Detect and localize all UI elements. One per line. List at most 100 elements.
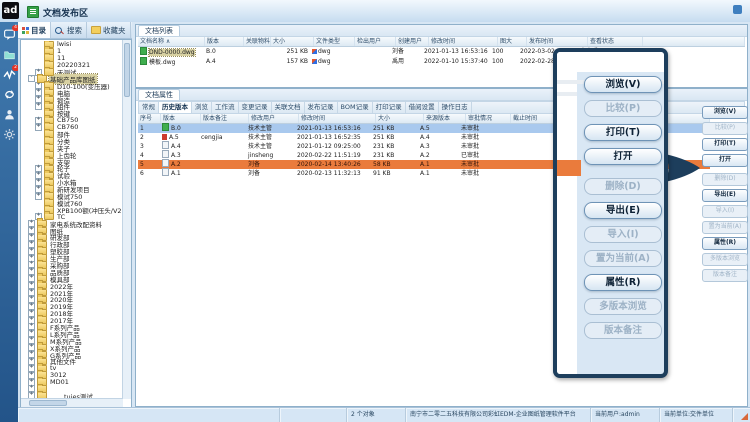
dwg-file-icon [140, 57, 147, 65]
popup-button-属性r[interactable]: 属性(R) [584, 274, 662, 291]
popup-button-导出e[interactable]: 导出(E) [584, 202, 662, 219]
popup-button-比较p[interactable]: 比较(P) [584, 100, 662, 117]
button-导出e[interactable]: 导出(E) [702, 189, 748, 202]
column-header[interactable]: 查看状态 [588, 37, 643, 46]
button-版本备注[interactable]: 版本备注 [702, 269, 748, 282]
popup-button-多版本浏览[interactable]: 多版本浏览 [584, 298, 662, 315]
tree-expander[interactable]: + [35, 193, 42, 200]
popup-button-打印t[interactable]: 打印(T) [584, 124, 662, 141]
version-file-icon [162, 141, 169, 149]
tree-node[interactable]: +组件 [22, 103, 122, 110]
button-置为当前a[interactable]: 置为当前(A) [702, 221, 748, 234]
column-header[interactable]: 文档名称 ∧ [138, 37, 205, 46]
tree-expander[interactable]: - [28, 75, 35, 82]
column-header[interactable]: 创建用户 [396, 37, 429, 46]
messages-icon[interactable]: 4 [3, 28, 16, 41]
popup-button-置为当前a[interactable]: 置为当前(A) [584, 250, 662, 267]
version-text: A.1 [171, 170, 181, 177]
column-header[interactable]: 检出用户 [355, 37, 396, 46]
button-打开[interactable]: 打开 [702, 154, 748, 167]
properties-tab[interactable]: 历史版本 [159, 102, 192, 113]
column-header[interactable]: 序号 [138, 114, 161, 123]
file-type-text: dwg [318, 58, 331, 65]
resize-grip[interactable] [733, 408, 750, 422]
button-多版本浏览[interactable]: 多版本浏览 [702, 253, 748, 266]
activity-icon[interactable]: 2 [3, 68, 16, 81]
tree-vertical-scrollbar[interactable] [122, 40, 131, 399]
tree-node[interactable]: +lwisi [22, 41, 122, 48]
column-header[interactable]: 版本 [205, 37, 244, 46]
version-file-icon [162, 123, 169, 131]
cell-version: A.1 [160, 168, 199, 179]
properties-tab[interactable]: 发布记录 [305, 102, 338, 113]
column-header[interactable]: 截止时间 [511, 114, 556, 123]
properties-tab[interactable]: 借阅设置 [406, 102, 439, 113]
popup-button-版本备注[interactable]: 版本备注 [584, 322, 662, 339]
cell-create-user: 刘备 [390, 47, 422, 57]
tree-horizontal-scrollbar[interactable] [21, 398, 123, 407]
properties-tab[interactable]: 常规 [139, 102, 159, 113]
tree-expander[interactable]: + [35, 124, 42, 131]
column-header[interactable]: 大小 [271, 37, 314, 46]
button-导入i[interactable]: 导入(I) [702, 205, 748, 218]
search-icon [55, 27, 62, 34]
tree-expander[interactable]: + [35, 103, 42, 110]
properties-tab[interactable]: 工作流 [212, 102, 239, 113]
user-icon[interactable] [3, 108, 16, 121]
sidebar-tab-search[interactable]: 搜索 [51, 22, 87, 38]
properties-tab[interactable]: 打印记录 [373, 102, 406, 113]
properties-tab[interactable]: 变更记录 [239, 102, 272, 113]
column-header[interactable]: 图大 [498, 37, 527, 46]
column-header[interactable]: 修改用户 [249, 114, 299, 123]
column-header[interactable]: 版本 [161, 114, 201, 123]
column-header[interactable]: 大小 [376, 114, 424, 123]
button-打印t[interactable]: 打印(T) [702, 138, 748, 151]
button-比较p[interactable]: 比较(P) [702, 122, 748, 135]
titlebar-corner-icon[interactable] [733, 5, 742, 14]
scrollbar-thumb[interactable] [29, 400, 67, 406]
file-type-text: dwg [318, 48, 331, 55]
document-list-tabbar: 文档列表 [136, 25, 747, 37]
popup-button-删除d[interactable]: 删除(D) [584, 178, 662, 195]
column-header[interactable]: 来源版本 [424, 114, 466, 123]
tree-node[interactable]: +部件 [22, 131, 122, 138]
properties-tab[interactable]: 浏览 [192, 102, 212, 113]
popup-button-打开[interactable]: 打开 [584, 148, 662, 165]
tree-node[interactable]: +分类 [22, 137, 122, 144]
document-list-tab[interactable]: 文档列表 [138, 25, 180, 36]
button-属性r[interactable]: 属性(R) [702, 237, 748, 250]
current-org: 当前单位:交件单位 [660, 408, 733, 422]
tree-node-label: MD01 [49, 378, 70, 386]
sidebar-tab-directory[interactable]: 目录 [18, 22, 51, 38]
column-header[interactable]: 修改时间 [299, 114, 376, 123]
tree-node[interactable]: +上齿轮 [22, 151, 122, 158]
column-header[interactable]: 修改时间 [429, 37, 498, 46]
button-浏览v[interactable]: 浏览(V) [702, 106, 748, 119]
column-header[interactable]: 审批情况 [466, 114, 511, 123]
status-segment-empty [18, 408, 280, 422]
popup-button-导入i[interactable]: 导入(I) [584, 226, 662, 243]
magnified-row-line [557, 92, 577, 96]
cell-modified-time: 2021-01-13 16:53:16 [422, 47, 490, 57]
sync-icon[interactable] [3, 88, 16, 101]
tree-node[interactable]: +1 [22, 48, 122, 55]
action-button-column: 浏览(V) 比较(P) 打印(T) 打开删除(D) 导出(E) 导入(I) 置为当前(A) 属… [702, 106, 748, 282]
document-properties-tab[interactable]: 文档属性 [138, 89, 180, 100]
column-header[interactable]: 文件类型 [314, 37, 355, 46]
column-header[interactable]: 发布时间 [527, 37, 588, 46]
tree-node[interactable]: +CB760 [22, 124, 122, 131]
properties-tab[interactable]: BOM记录 [338, 102, 373, 113]
popup-button-浏览v[interactable]: 浏览(V) [584, 76, 662, 93]
column-header[interactable]: 版本备注 [201, 114, 249, 123]
file-type-icon [312, 49, 317, 54]
sidebar-tab-favorites[interactable]: 收藏夹 [87, 22, 131, 38]
projects-icon[interactable] [3, 48, 16, 61]
button-删除d[interactable]: 删除(D) [702, 173, 748, 186]
properties-tab[interactable]: 关联文档 [272, 102, 305, 113]
properties-tab[interactable]: 操作日志 [439, 102, 472, 113]
version-file-icon [162, 150, 169, 158]
sidebar-tab-label: 搜索 [67, 25, 82, 36]
settings-icon[interactable] [3, 128, 16, 141]
column-header[interactable]: 关联物料 [244, 37, 271, 46]
scrollbar-thumb[interactable] [124, 43, 130, 97]
